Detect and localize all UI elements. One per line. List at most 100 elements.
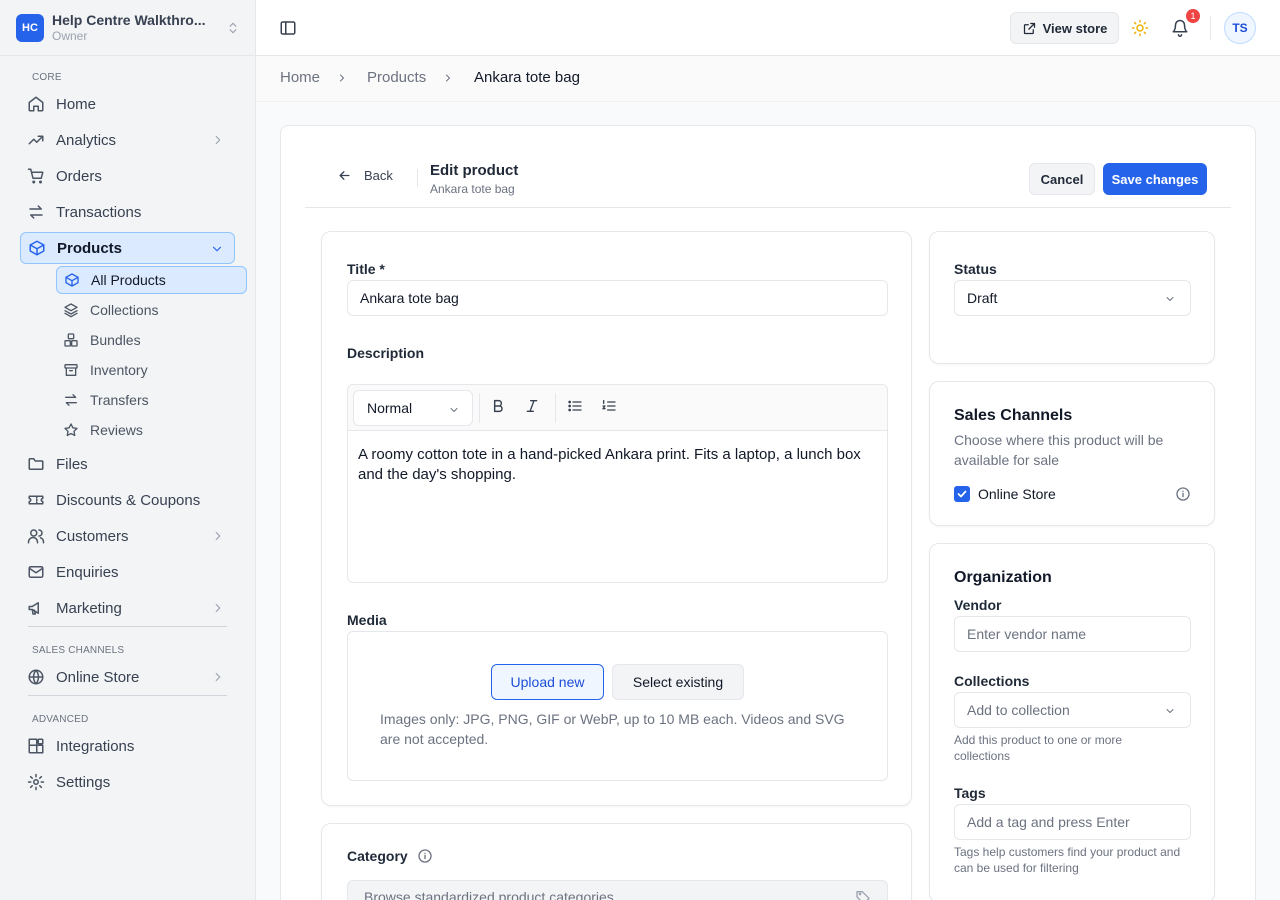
italic-icon[interactable] [524, 398, 540, 414]
sidebar-item-transactions[interactable]: Transactions [20, 196, 235, 228]
description-editor: Normal A roomy cotton tote in a hand-pic… [347, 384, 888, 583]
sidebar-item-discounts[interactable]: Discounts & Coupons [20, 484, 235, 516]
chevron-down-icon [1164, 293, 1176, 305]
trending-up-icon [27, 131, 45, 149]
media-label: Media [347, 612, 387, 628]
back-button[interactable]: Back [337, 168, 393, 183]
collections-select[interactable]: Add to collection [954, 692, 1191, 728]
collections-placeholder: Add to collection [967, 702, 1070, 718]
sidebar-item-home[interactable]: Home [20, 88, 235, 120]
sidebar-item-label: Files [56, 455, 88, 473]
sidebar-item-integrations[interactable]: Integrations [20, 730, 235, 762]
sidebar-toggle-icon[interactable] [279, 19, 297, 37]
chevron-down-icon [210, 242, 224, 256]
collections-label: Collections [954, 673, 1030, 689]
bold-icon[interactable] [490, 398, 506, 414]
sidebar-subitem-label: Inventory [90, 362, 148, 378]
sidebar-subitem-label: Collections [90, 302, 159, 318]
sidebar-subitem-bundles[interactable]: Bundles [56, 326, 247, 354]
sidebar-item-orders[interactable]: Orders [20, 160, 235, 192]
category-input[interactable]: Browse standardized product categories [347, 880, 888, 900]
page-subtitle: Ankara tote bag [430, 182, 515, 196]
top-bar: View store 1 TS [256, 0, 1280, 56]
cancel-button[interactable]: Cancel [1029, 163, 1095, 195]
gear-icon [27, 773, 45, 791]
sales-channels-description: Choose where this product will be availa… [954, 432, 1164, 468]
chevron-right-icon [211, 601, 225, 615]
workspace-switcher[interactable]: HC Help Centre Walkthro... Owner [16, 10, 240, 46]
edit-product-panel: Back Edit product Ankara tote bag Cancel… [280, 125, 1256, 900]
box-icon [64, 272, 80, 288]
view-store-button[interactable]: View store [1010, 12, 1119, 44]
sidebar-item-customers[interactable]: Customers [20, 520, 235, 552]
boxes-icon [63, 332, 79, 348]
sidebar-item-marketing[interactable]: Marketing [20, 592, 235, 624]
folder-icon [27, 455, 45, 473]
sidebar-item-label: Analytics [56, 131, 117, 149]
bell-icon[interactable] [1171, 19, 1189, 37]
text-format-value: Normal [367, 400, 413, 416]
info-icon[interactable] [417, 848, 433, 864]
title-input[interactable]: Ankara tote bag [347, 280, 888, 316]
workspace-name: Help Centre Walkthro... [52, 12, 206, 28]
media-help-text: Images only: JPG, PNG, GIF or WebP, up t… [380, 711, 845, 747]
tags-help: Tags help customers find your product an… [954, 845, 1181, 875]
collections-help: Add this product to one or more collecti… [954, 733, 1123, 763]
upload-new-button[interactable]: Upload new [491, 664, 604, 700]
chevron-right-icon [211, 529, 225, 543]
media-dropzone[interactable]: Upload new Select existing Images only: … [347, 631, 888, 781]
megaphone-icon [27, 599, 45, 617]
sidebar-item-settings[interactable]: Settings [20, 766, 235, 798]
chevron-right-icon [442, 72, 454, 84]
sidebar-item-label: Home [56, 95, 97, 113]
tags-input[interactable]: Add a tag and press Enter [954, 804, 1191, 840]
arrows-left-right-icon [63, 392, 79, 408]
save-button[interactable]: Save changes [1103, 163, 1207, 195]
header-divider [417, 169, 418, 187]
sidebar-item-label: Online Store [56, 668, 140, 686]
sidebar-item-enquiries[interactable]: Enquiries [20, 556, 235, 588]
section-label-advanced: ADVANCED [32, 714, 89, 725]
sidebar-subitem-transfers[interactable]: Transfers [56, 386, 247, 414]
numbered-list-icon[interactable] [601, 398, 617, 414]
sidebar-subitem-label: Bundles [90, 332, 141, 348]
status-value: Draft [967, 290, 998, 306]
home-icon [27, 95, 45, 113]
sidebar-item-products[interactable]: Products [20, 232, 235, 264]
page-header: Back Edit product Ankara tote bag Cancel… [305, 150, 1231, 208]
mail-icon [27, 563, 45, 581]
sidebar-subitem-label: All Products [91, 272, 166, 288]
title-label: Title * [347, 261, 385, 277]
breadcrumb-home[interactable]: Home [280, 69, 320, 86]
sales-channels-title: Sales Channels [954, 407, 1073, 424]
chevron-down-icon [450, 408, 458, 412]
blocks-icon [27, 737, 45, 755]
sidebar-subitem-all-products[interactable]: All Products [56, 266, 247, 294]
avatar[interactable]: TS [1224, 12, 1256, 44]
sidebar-subitem-reviews[interactable]: Reviews [56, 416, 247, 444]
info-icon[interactable] [1175, 486, 1191, 502]
sidebar-item-analytics[interactable]: Analytics [20, 124, 235, 156]
chevron-right-icon [211, 133, 225, 147]
main-content: Back Edit product Ankara tote bag Cancel… [256, 102, 1280, 900]
sidebar-subitem-collections[interactable]: Collections [56, 296, 247, 324]
text-format-select[interactable]: Normal [353, 390, 473, 426]
sidebar-subitem-inventory[interactable]: Inventory [56, 356, 247, 384]
online-store-checkbox[interactable] [954, 486, 970, 502]
sidebar-divider [28, 626, 227, 627]
breadcrumb-products[interactable]: Products [367, 69, 426, 86]
description-text[interactable]: A roomy cotton tote in a hand-picked Ank… [358, 445, 878, 485]
chevron-down-icon [1164, 705, 1176, 717]
status-select[interactable]: Draft [954, 280, 1191, 316]
section-label-sales-channels: SALES CHANNELS [32, 645, 125, 656]
status-label: Status [954, 261, 997, 277]
bullet-list-icon[interactable] [567, 398, 583, 414]
sidebar-item-label: Transactions [56, 203, 142, 221]
select-existing-button[interactable]: Select existing [612, 664, 744, 700]
vendor-input[interactable]: Enter vendor name [954, 616, 1191, 652]
sidebar-item-files[interactable]: Files [20, 448, 235, 480]
toolbar-divider [479, 393, 480, 423]
sun-icon[interactable] [1131, 19, 1149, 37]
globe-icon [27, 668, 45, 686]
sidebar-item-online-store[interactable]: Online Store [20, 661, 235, 693]
